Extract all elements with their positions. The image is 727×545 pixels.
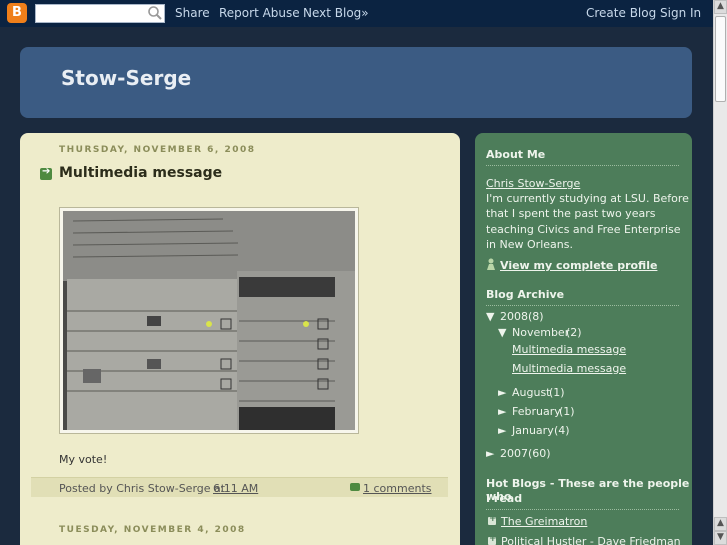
post-author-text: Posted by Chris Stow-Serge at [59, 482, 226, 495]
archive-year-2008[interactable]: 2008 [500, 310, 528, 323]
main-column: THURSDAY, NOVEMBER 6, 2008 ➔ Multimedia … [20, 133, 460, 545]
post-timestamp-link[interactable]: 6:11 AM [213, 482, 258, 495]
comment-icon [350, 483, 360, 491]
expand-triangle-icon[interactable]: ► [498, 405, 506, 418]
blogger-logo-icon[interactable]: B [7, 3, 27, 23]
chevron-up-icon: ▲ [717, 518, 724, 528]
archive-post-link[interactable]: Multimedia message [512, 343, 626, 356]
hot-blogs-heading: I read [486, 492, 523, 505]
blog-header: Stow-Serge [20, 47, 692, 118]
archive-count: (1) [559, 405, 575, 418]
post-date-header-2: TUESDAY, NOVEMBER 4, 2008 [59, 525, 246, 535]
chevron-up-icon: ▲ [717, 1, 724, 11]
post-footer: Posted by Chris Stow-Serge at 6:11 AM 1 … [31, 477, 448, 497]
report-abuse-link[interactable]: Report Abuse [219, 6, 300, 20]
vertical-scrollbar[interactable]: ▲ ▲ ▼ [713, 0, 727, 545]
scroll-down-button[interactable]: ▼ [714, 531, 727, 545]
sidebar: About Me Chris Stow-Serge I'm currently … [475, 133, 692, 545]
search-icon[interactable] [147, 5, 163, 21]
archive-month-january[interactable]: January [512, 424, 554, 437]
archive-month-february[interactable]: February [512, 405, 561, 418]
list-bullet-icon: + [488, 534, 497, 545]
list-bullet-icon: + [488, 514, 497, 525]
about-text-line: I'm currently studying at LSU. Before [486, 192, 689, 205]
about-text-line: teaching Civics and Free Enterprise [486, 223, 681, 236]
profile-icon [487, 258, 495, 270]
post-body: My vote! [59, 453, 108, 466]
divider [486, 509, 679, 510]
scroll-up-button[interactable]: ▲ [714, 0, 727, 14]
sign-in-link[interactable]: Sign In [660, 6, 701, 20]
blogger-navbar: B Share Report Abuse Next Blog» Create B… [0, 0, 713, 27]
share-link[interactable]: Share [175, 6, 210, 20]
blog-title[interactable]: Stow-Serge [61, 66, 191, 90]
about-text-line: in New Orleans. [486, 238, 573, 251]
comments-link[interactable]: 1 comments [363, 482, 432, 495]
archive-month-november[interactable]: November [512, 326, 569, 339]
archive-post-link[interactable]: Multimedia message [512, 362, 626, 375]
archive-count: (8) [528, 310, 544, 323]
collapse-triangle-icon[interactable]: ▼ [486, 310, 494, 323]
archive-month-august[interactable]: August [512, 386, 551, 399]
hot-blog-link[interactable]: The Greimatron [501, 515, 587, 528]
next-blog-link[interactable]: Next Blog» [303, 6, 369, 20]
post-arrow-icon: ➔ [40, 166, 52, 180]
blog-archive-heading: Blog Archive [486, 288, 565, 301]
archive-count: (2) [566, 326, 582, 339]
archive-count: (1) [549, 386, 565, 399]
create-blog-link[interactable]: Create Blog [586, 6, 656, 20]
archive-count: (4) [554, 424, 570, 437]
collapse-triangle-icon[interactable]: ▼ [498, 326, 506, 339]
post-title[interactable]: Multimedia message [59, 165, 222, 181]
divider [486, 165, 679, 166]
post-date-header: THURSDAY, NOVEMBER 6, 2008 [59, 145, 256, 155]
hot-blog-link[interactable]: Political Hustler - Dave Friedman [501, 535, 681, 545]
post-photo-frame[interactable] [59, 207, 359, 434]
archive-count: (60) [528, 447, 551, 460]
ballot-photo[interactable] [63, 211, 355, 430]
search-input[interactable] [35, 4, 165, 23]
about-text-line: that I spent the past two years [486, 207, 656, 220]
chevron-down-icon: ▼ [717, 532, 724, 542]
scroll-up-button-bottom[interactable]: ▲ [714, 517, 727, 531]
author-name-link[interactable]: Chris Stow-Serge [486, 177, 580, 190]
expand-triangle-icon[interactable]: ► [486, 447, 494, 460]
view-profile-link[interactable]: View my complete profile [500, 259, 657, 272]
expand-triangle-icon[interactable]: ► [498, 386, 506, 399]
blogger-logo-letter: B [12, 5, 22, 20]
expand-triangle-icon[interactable]: ► [498, 424, 506, 437]
archive-year-2007[interactable]: 2007 [500, 447, 528, 460]
divider [486, 305, 679, 306]
scrollbar-thumb[interactable] [715, 16, 726, 102]
about-me-heading: About Me [486, 148, 546, 161]
